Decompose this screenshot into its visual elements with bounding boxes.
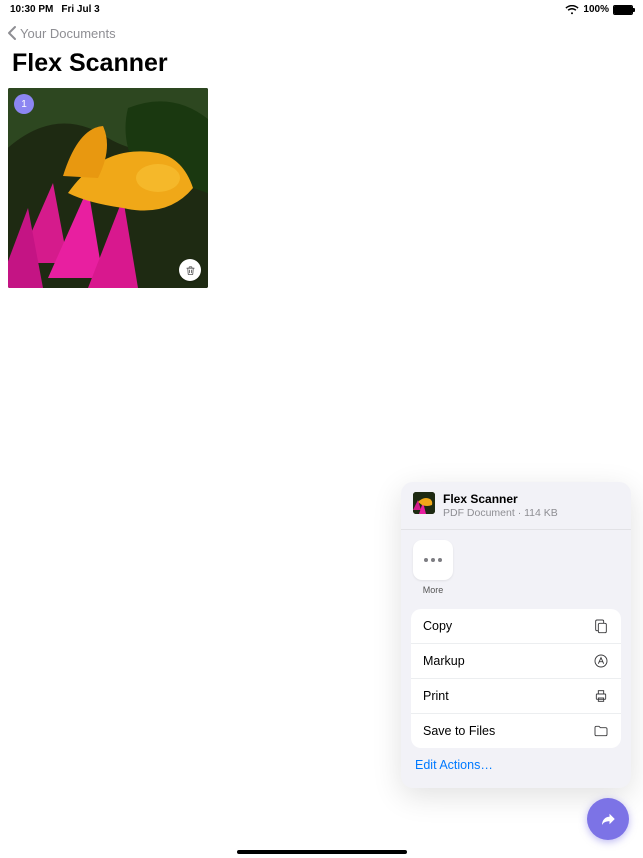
folder-icon (593, 723, 609, 739)
document-thumbnail[interactable]: 1 (8, 88, 208, 288)
home-indicator[interactable] (237, 850, 407, 854)
thumbnail-image (8, 88, 208, 288)
markup-icon (593, 653, 609, 669)
action-copy[interactable]: Copy (411, 609, 621, 643)
back-label: Your Documents (20, 26, 116, 41)
action-print[interactable]: Print (411, 678, 621, 713)
edit-actions-button[interactable]: Edit Actions… (401, 748, 631, 788)
share-icon (599, 810, 617, 828)
print-icon (593, 688, 609, 704)
battery-pct: 100% (583, 4, 609, 15)
share-sheet-header: Flex Scanner PDF Document · 114 KB (401, 482, 631, 529)
status-bar: 10:30 PM Fri Jul 3 100% (0, 0, 643, 15)
more-apps-button[interactable] (413, 540, 453, 580)
ellipsis-icon (424, 558, 442, 562)
action-save-label: Save to Files (423, 724, 495, 738)
share-doc-title: Flex Scanner (443, 492, 558, 506)
status-date: Fri Jul 3 (61, 4, 99, 15)
trash-icon (185, 265, 196, 276)
action-markup-label: Markup (423, 654, 465, 668)
page-count-badge: 1 (14, 94, 34, 114)
action-markup[interactable]: Markup (411, 643, 621, 678)
action-print-label: Print (423, 689, 449, 703)
copy-icon (593, 618, 609, 634)
share-actions-list: Copy Markup Print Save to Files (411, 609, 621, 748)
battery-icon (613, 5, 633, 15)
chevron-left-icon (6, 25, 18, 41)
delete-button[interactable] (179, 259, 201, 281)
action-copy-label: Copy (423, 619, 452, 633)
share-apps-row: More (401, 530, 631, 601)
share-sheet: Flex Scanner PDF Document · 114 KB More … (401, 482, 631, 788)
share-doc-meta: PDF Document · 114 KB (443, 507, 558, 519)
wifi-icon (565, 5, 579, 15)
more-apps-label: More (413, 585, 453, 595)
page-title: Flex Scanner (0, 47, 643, 88)
share-thumbnail (413, 492, 435, 514)
action-save-to-files[interactable]: Save to Files (411, 713, 621, 748)
share-fab[interactable] (587, 798, 629, 840)
status-time: 10:30 PM (10, 4, 53, 15)
back-button[interactable]: Your Documents (0, 15, 643, 47)
